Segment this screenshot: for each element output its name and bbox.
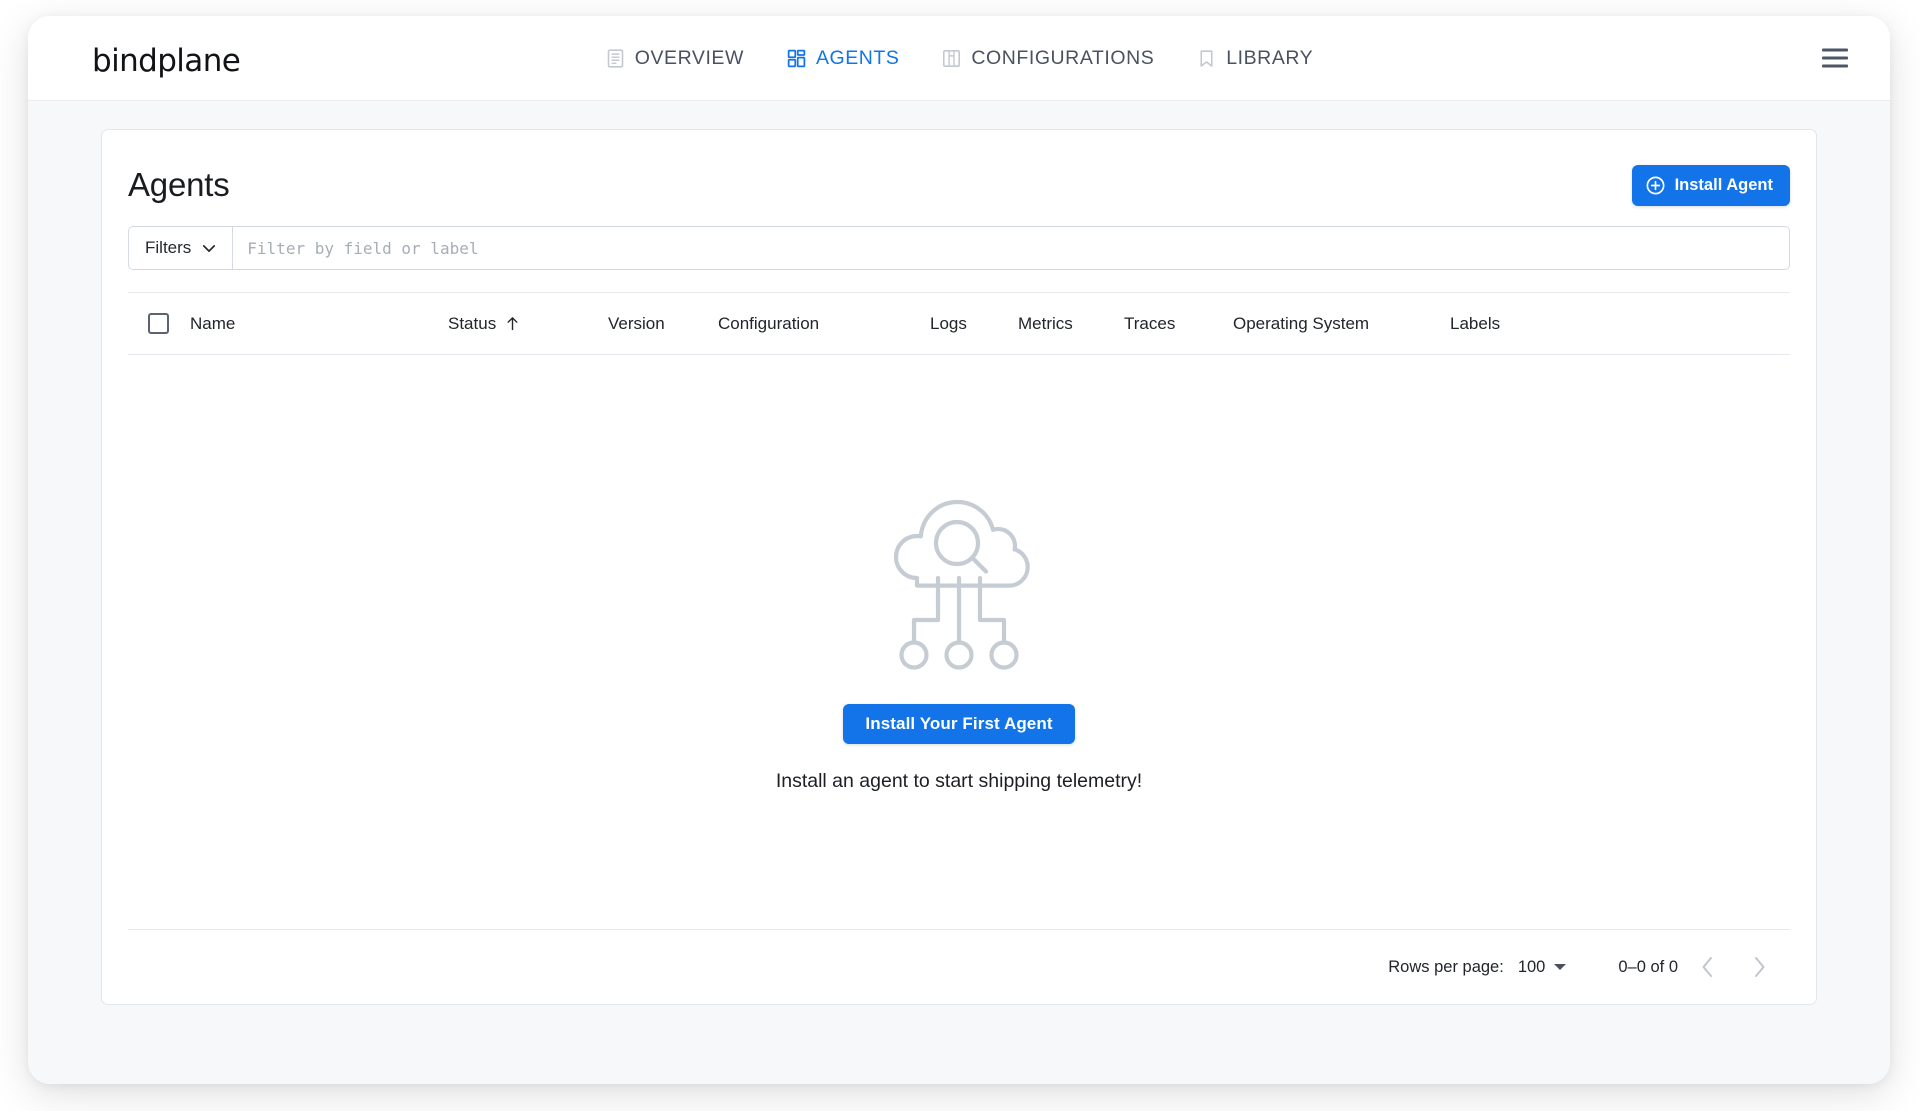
hamburger-menu-icon[interactable] <box>1822 48 1848 68</box>
configuration-grid-icon <box>941 48 962 69</box>
chevron-right-icon <box>1753 956 1766 978</box>
agents-table: Name Status Version Configuration Logs M… <box>128 292 1790 930</box>
empty-state-caption: Install an agent to start shipping telem… <box>775 770 1143 792</box>
column-header-status-label: Status <box>448 313 497 333</box>
table-body: Install Your First Agent Install an agen… <box>128 355 1790 929</box>
nav-item-overview-label: OVERVIEW <box>634 46 744 69</box>
bookmark-icon <box>1196 48 1217 69</box>
app-window: bindplane OVERVIEW AGENTS CONFIGURATIONS… <box>28 16 1890 1084</box>
main-nav: OVERVIEW AGENTS CONFIGURATIONS LIBRARY <box>28 16 1890 100</box>
filter-input[interactable] <box>233 227 1789 269</box>
column-header-logs[interactable]: Logs <box>930 314 1018 334</box>
select-all-checkbox[interactable] <box>148 313 169 334</box>
column-header-traces-label: Traces <box>1124 313 1176 333</box>
column-header-configuration-label: Configuration <box>718 313 820 333</box>
cloud-with-magnifier-and-nodes-icon <box>876 483 1042 678</box>
rows-per-page-select[interactable]: 100 <box>1518 958 1567 977</box>
pagination-bar: Rows per page: 100 0–0 of 0 <box>128 930 1790 1004</box>
nav-item-overview[interactable]: OVERVIEW <box>601 41 748 76</box>
pagination-range: 0–0 of 0 <box>1618 957 1678 976</box>
document-lines-icon <box>605 48 626 69</box>
page-body: Agents Install Agent Filters Filter by f… <box>28 100 1890 1084</box>
chevron-left-icon <box>1701 956 1714 978</box>
column-header-operating-system[interactable]: Operating System <box>1233 314 1450 334</box>
filters-dropdown-label: Filters <box>145 238 192 257</box>
column-header-version[interactable]: Version <box>608 314 718 334</box>
column-header-metrics[interactable]: Metrics <box>1018 314 1124 334</box>
page-title: Agents <box>128 166 230 203</box>
previous-page-button[interactable] <box>1684 944 1730 990</box>
next-page-button[interactable] <box>1736 944 1782 990</box>
nav-item-configurations-label: CONFIGURATIONS <box>971 46 1155 69</box>
nav-item-agents-label: AGENTS <box>815 46 900 69</box>
filter-bar: Filters <box>128 226 1790 270</box>
install-agent-button-label: Install Agent <box>1674 175 1773 194</box>
rows-per-page-value: 100 <box>1517 957 1546 976</box>
bindplane-logo[interactable]: bindplane <box>64 37 241 79</box>
column-header-status[interactable]: Status <box>448 314 608 334</box>
nav-item-agents[interactable]: AGENTS <box>782 41 903 76</box>
chevron-down-icon <box>202 244 216 253</box>
column-header-labels[interactable]: Labels <box>1450 314 1790 334</box>
plus-circle-icon <box>1645 175 1666 196</box>
column-header-operating-system-label: Operating System <box>1233 313 1370 333</box>
table-header-row: Name Status Version Configuration Logs M… <box>128 293 1790 355</box>
grid-squares-icon <box>786 48 807 69</box>
empty-state: Install Your First Agent Install an agen… <box>776 483 1142 793</box>
nav-item-library[interactable]: LIBRARY <box>1192 41 1317 76</box>
hamburger-bar <box>1822 48 1848 52</box>
nav-item-library-label: LIBRARY <box>1226 46 1314 69</box>
filters-dropdown-button[interactable]: Filters <box>129 227 234 269</box>
column-header-logs-label: Logs <box>930 313 967 333</box>
install-first-agent-button[interactable]: Install Your First Agent <box>843 704 1075 744</box>
column-header-metrics-label: Metrics <box>1018 313 1073 333</box>
column-header-name-label: Name <box>190 313 236 333</box>
nav-item-configurations[interactable]: CONFIGURATIONS <box>937 41 1158 76</box>
hamburger-bar <box>1822 56 1848 60</box>
top-navigation-bar: bindplane OVERVIEW AGENTS CONFIGURATIONS… <box>28 16 1890 100</box>
install-agent-button[interactable]: Install Agent <box>1631 164 1790 206</box>
rows-per-page-label: Rows per page: <box>1388 957 1504 976</box>
column-header-traces[interactable]: Traces <box>1124 314 1233 334</box>
card-header: Agents Install Agent <box>128 130 1790 226</box>
column-header-version-label: Version <box>608 313 665 333</box>
column-header-name[interactable]: Name <box>190 314 448 334</box>
agents-card: Agents Install Agent Filters Filter by f… <box>101 129 1817 1005</box>
select-all-checkbox-cell <box>128 313 190 334</box>
hamburger-bar <box>1822 64 1848 68</box>
column-header-labels-label: Labels <box>1450 313 1501 333</box>
arrow-up-icon <box>505 315 520 332</box>
column-header-configuration[interactable]: Configuration <box>718 314 930 334</box>
caret-down-icon <box>1554 964 1567 970</box>
